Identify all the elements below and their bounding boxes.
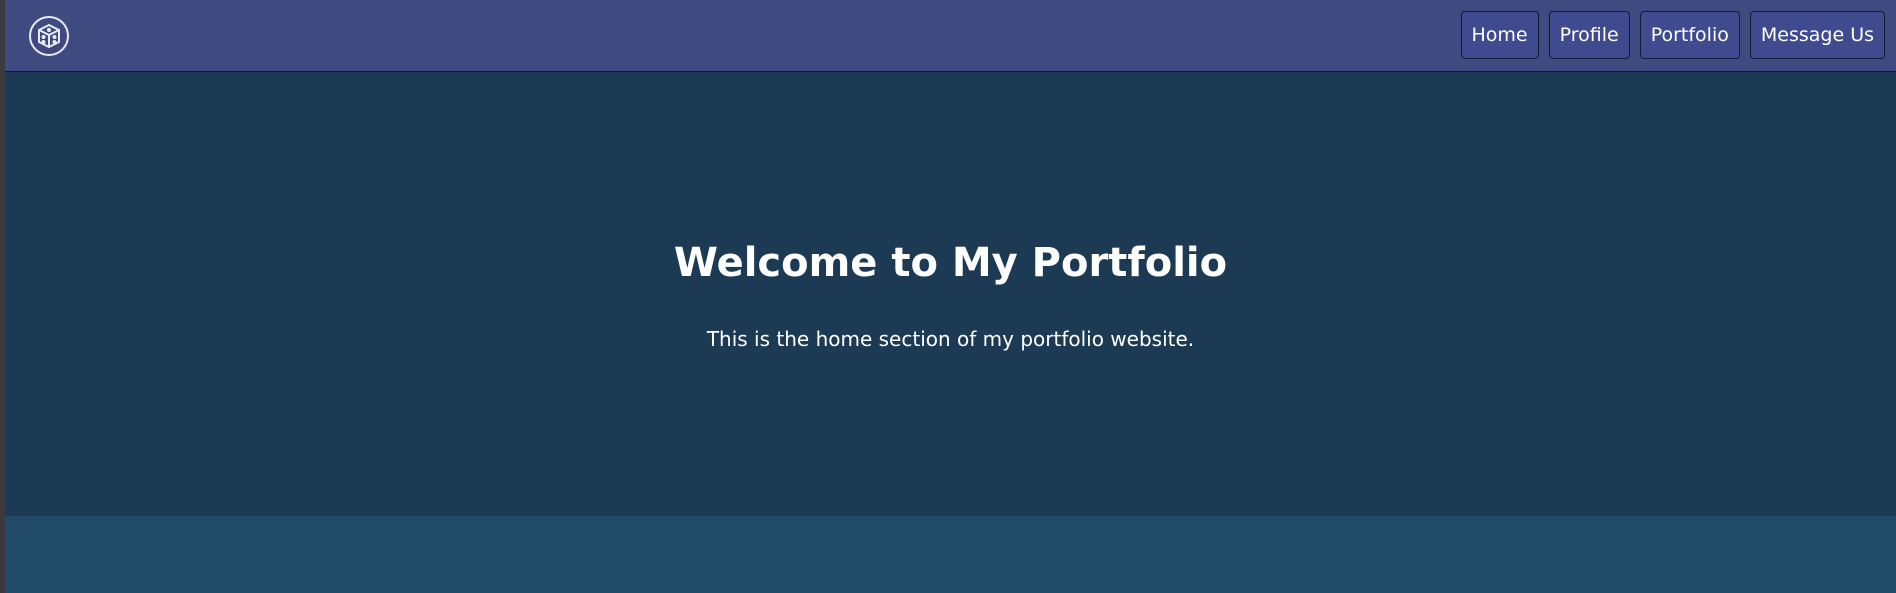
nav-home-button[interactable]: Home — [1460, 11, 1539, 59]
browser-viewport: Home Profile Portfolio Message Us Welcom… — [5, 0, 1896, 593]
nav-message-us-button[interactable]: Message Us — [1749, 11, 1885, 59]
next-section — [5, 516, 1896, 593]
nav-menu: Home Profile Portfolio Message Us — [1460, 11, 1885, 59]
navbar: Home Profile Portfolio Message Us — [5, 0, 1896, 72]
home-section: Welcome to My Portfolio This is the home… — [5, 72, 1896, 516]
logo-cube-icon[interactable] — [28, 15, 70, 57]
nav-profile-button[interactable]: Profile — [1548, 11, 1630, 59]
hero-title: Welcome to My Portfolio — [673, 240, 1228, 286]
nav-portfolio-button[interactable]: Portfolio — [1639, 11, 1740, 59]
hero-subtitle: This is the home section of my portfolio… — [706, 327, 1195, 351]
